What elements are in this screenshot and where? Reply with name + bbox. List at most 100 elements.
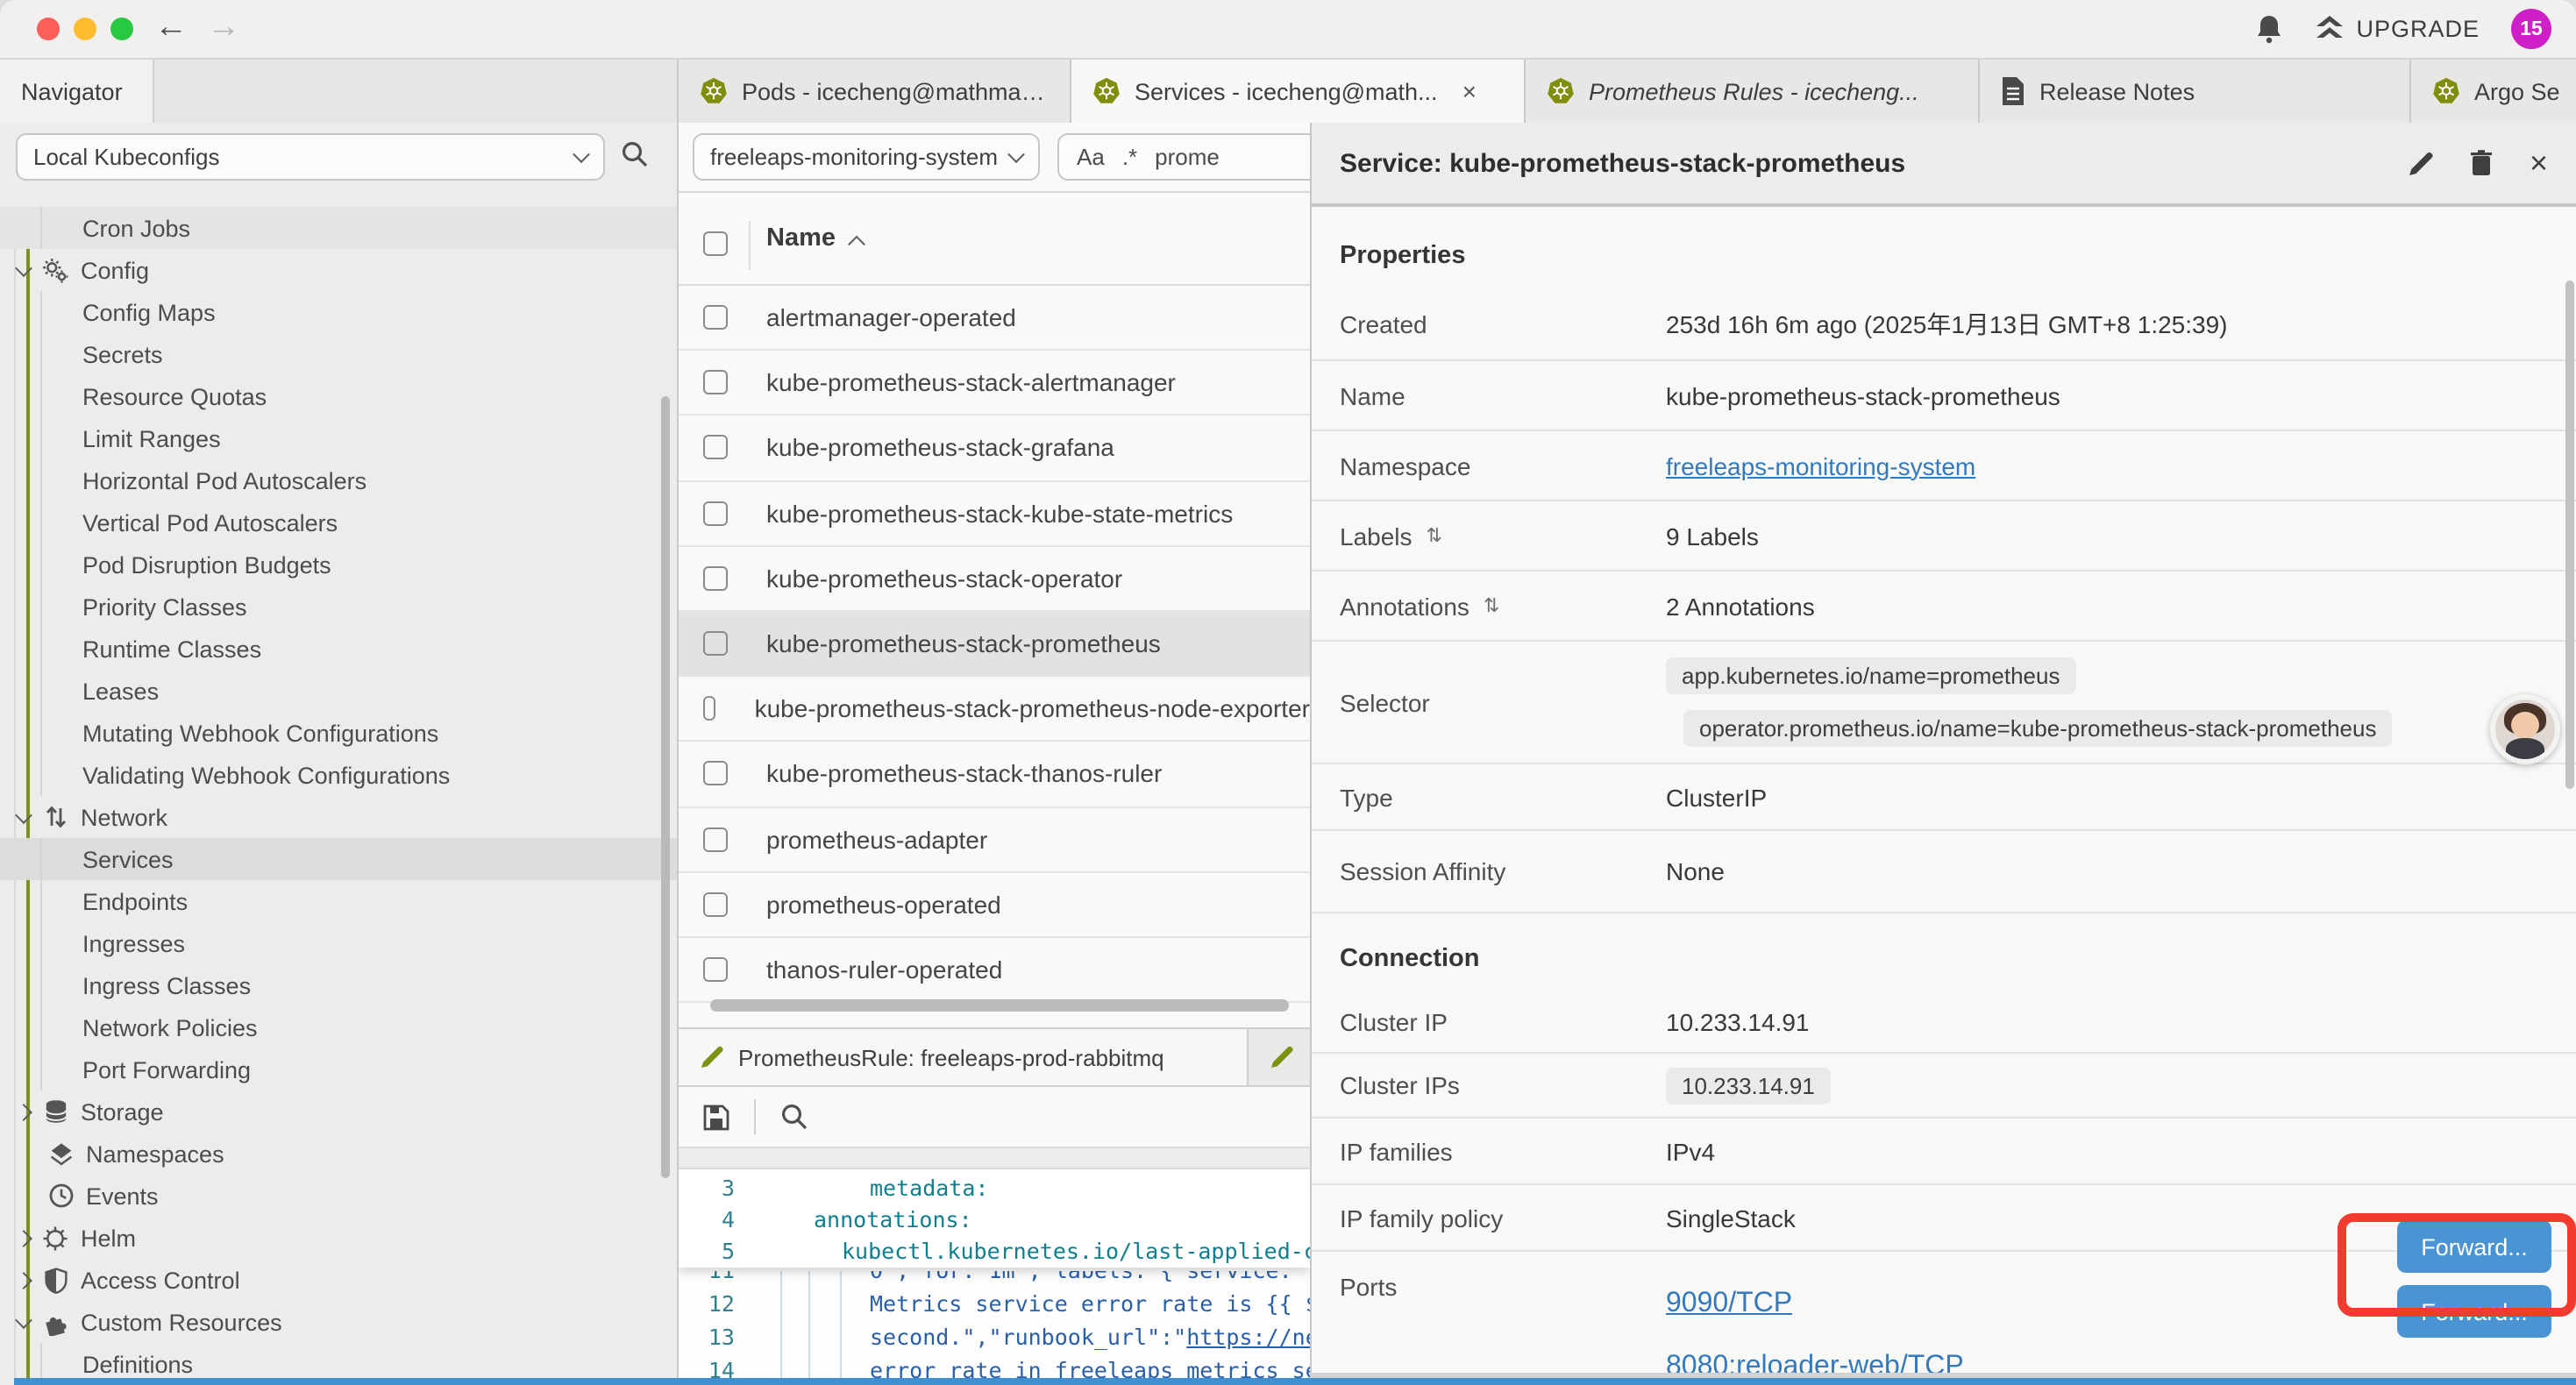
regex-toggle[interactable]: .* [1122, 144, 1137, 170]
tab-services[interactable]: Services - icecheng@math...× [1071, 60, 1526, 123]
edit-icon[interactable] [2409, 150, 2435, 176]
row-checkbox[interactable] [703, 371, 728, 395]
row-checkbox[interactable] [703, 762, 728, 786]
notification-count-badge[interactable]: 15 [2511, 9, 2551, 49]
table-row[interactable]: kube-prometheus-stack-thanos-ruler [679, 742, 1310, 807]
namespace-select[interactable]: freeleaps-monitoring-system [693, 133, 1040, 181]
sidebar-item-services[interactable]: Services [0, 838, 677, 880]
delete-icon[interactable] [2470, 149, 2494, 177]
sidebar-item-cron-jobs[interactable]: Cron Jobs [0, 207, 677, 249]
forward-button[interactable]: → [207, 5, 240, 51]
maximize-window-button[interactable] [110, 17, 133, 39]
table-row[interactable]: kube-prometheus-stack-prometheus-node-ex… [679, 677, 1310, 742]
save-icon[interactable] [703, 1104, 729, 1130]
table-row[interactable]: kube-prometheus-stack-prometheus [679, 612, 1310, 677]
sidebar-item-endpoints[interactable]: Endpoints [0, 880, 677, 922]
sidebar-search-icon[interactable] [621, 140, 649, 168]
panel-title: Service: kube-prometheus-stack-prometheu… [1340, 148, 1905, 178]
table-row[interactable]: kube-prometheus-stack-alertmanager [679, 351, 1310, 416]
chevron-right-icon[interactable] [15, 1271, 32, 1289]
panel-scrollbar[interactable] [2565, 281, 2574, 789]
field-link[interactable]: freeleaps-monitoring-system [1666, 451, 1975, 479]
upgrade-button[interactable]: UPGRADE [2314, 15, 2480, 43]
table-row[interactable]: alertmanager-operated [679, 286, 1310, 351]
name-column-header[interactable]: Name [766, 224, 862, 252]
code-link[interactable]: https://net [1186, 1324, 1310, 1350]
row-checkbox[interactable] [703, 892, 728, 917]
back-button[interactable]: ← [154, 5, 188, 51]
table-row[interactable]: prometheus-operated [679, 872, 1310, 937]
sidebar-item-namespaces[interactable]: Namespaces [0, 1133, 677, 1175]
sort-toggle-icon[interactable]: ⇅ [1484, 594, 1499, 617]
row-checkbox[interactable] [703, 957, 728, 982]
chevron-down-icon[interactable] [15, 1310, 32, 1328]
kubeconfig-select[interactable]: Local Kubeconfigs [16, 133, 605, 181]
sidebar-item-horizontal-pod-autoscalers[interactable]: Horizontal Pod Autoscalers [0, 459, 677, 501]
tab-argo[interactable]: Argo Se [2411, 60, 2576, 123]
row-checkbox[interactable] [703, 696, 716, 721]
sidebar-item-limit-ranges[interactable]: Limit Ranges [0, 417, 677, 459]
chevron-down-icon[interactable] [15, 806, 32, 823]
row-checkbox[interactable] [703, 827, 728, 851]
sidebar-item-pod-disruption-budgets[interactable]: Pod Disruption Budgets [0, 543, 677, 586]
sidebar-item-config-maps[interactable]: Config Maps [0, 291, 677, 333]
sidebar-item-priority-classes[interactable]: Priority Classes [0, 586, 677, 628]
chevron-right-icon[interactable] [15, 1229, 32, 1246]
tab-pods[interactable]: Pods - icecheng@mathmas... [679, 60, 1071, 123]
sidebar-item-ingresses[interactable]: Ingresses [0, 922, 677, 964]
avatar[interactable] [2490, 694, 2560, 764]
sidebar-item-access-control[interactable]: Access Control [0, 1259, 677, 1301]
k8s-icon [1092, 77, 1121, 105]
navigator-tab[interactable]: Navigator [0, 60, 154, 123]
service-name: alertmanager-operated [766, 303, 1016, 331]
editor-tab[interactable]: PrometheusRule: freeleaps-prod-rabbitmq [679, 1029, 1249, 1085]
sidebar-item-ingress-classes[interactable]: Ingress Classes [0, 964, 677, 1006]
table-row[interactable]: kube-prometheus-stack-grafana [679, 416, 1310, 481]
row-checkbox[interactable] [703, 631, 728, 656]
match-case-toggle[interactable]: Aa [1077, 144, 1105, 170]
sidebar-scrollbar[interactable] [661, 396, 670, 1178]
port-link[interactable]: 9090/TCP [1666, 1289, 1792, 1320]
close-window-button[interactable] [37, 17, 60, 39]
row-checkbox[interactable] [703, 436, 728, 460]
close-tab-icon[interactable]: × [1462, 77, 1477, 105]
notifications-bell-icon[interactable] [2254, 14, 2282, 44]
row-checkbox[interactable] [703, 566, 728, 591]
table-row[interactable]: kube-prometheus-stack-operator [679, 547, 1310, 612]
table-row[interactable]: prometheus-adapter [679, 807, 1310, 872]
sidebar-item-network-policies[interactable]: Network Policies [0, 1006, 677, 1048]
tab-release[interactable]: Release Notes [1980, 60, 2411, 123]
sidebar-item-resource-quotas[interactable]: Resource Quotas [0, 375, 677, 417]
sidebar-item-mutating-webhook-configurations[interactable]: Mutating Webhook Configurations [0, 712, 677, 754]
yaml-editor[interactable]: 3metadata:4annotations:5kubectl.kubernet… [679, 1169, 1310, 1385]
sort-toggle-icon[interactable]: ⇅ [1427, 524, 1442, 547]
sidebar-item-storage[interactable]: Storage [0, 1090, 677, 1133]
sidebar-item-config[interactable]: Config [0, 249, 677, 291]
close-icon[interactable]: × [2530, 145, 2548, 181]
sidebar-item-leases[interactable]: Leases [0, 670, 677, 712]
forward-button[interactable]: Forward... [2397, 1285, 2551, 1338]
sidebar-item-network[interactable]: Network [0, 796, 677, 838]
row-checkbox[interactable] [703, 305, 728, 330]
editor-tab[interactable] [1249, 1029, 1310, 1085]
horizontal-scrollbar[interactable] [710, 999, 1289, 1012]
row-checkbox[interactable] [703, 501, 728, 525]
tab-prometheus[interactable]: Prometheus Rules - icecheng... [1526, 60, 1980, 123]
table-row[interactable]: kube-prometheus-stack-kube-state-metrics [679, 481, 1310, 546]
search-input[interactable]: Aa .* prome [1057, 133, 1310, 181]
sidebar-item-helm[interactable]: Helm [0, 1217, 677, 1259]
sidebar-item-port-forwarding[interactable]: Port Forwarding [0, 1048, 677, 1090]
select-all-checkbox[interactable] [703, 231, 728, 256]
sidebar-item-runtime-classes[interactable]: Runtime Classes [0, 628, 677, 670]
forward-button[interactable]: Forward... [2397, 1220, 2551, 1273]
sidebar-item-events[interactable]: Events [0, 1175, 677, 1217]
sidebar-item-vertical-pod-autoscalers[interactable]: Vertical Pod Autoscalers [0, 501, 677, 543]
table-row[interactable]: thanos-ruler-operated [679, 938, 1310, 1003]
chevron-right-icon[interactable] [15, 1103, 32, 1120]
chevron-down-icon[interactable] [15, 259, 32, 276]
sidebar-item-validating-webhook-configurations[interactable]: Validating Webhook Configurations [0, 754, 677, 796]
sidebar-item-secrets[interactable]: Secrets [0, 333, 677, 375]
minimize-window-button[interactable] [74, 17, 96, 39]
sidebar-item-custom-resources[interactable]: Custom Resources [0, 1301, 677, 1343]
editor-search-icon[interactable] [780, 1103, 808, 1131]
